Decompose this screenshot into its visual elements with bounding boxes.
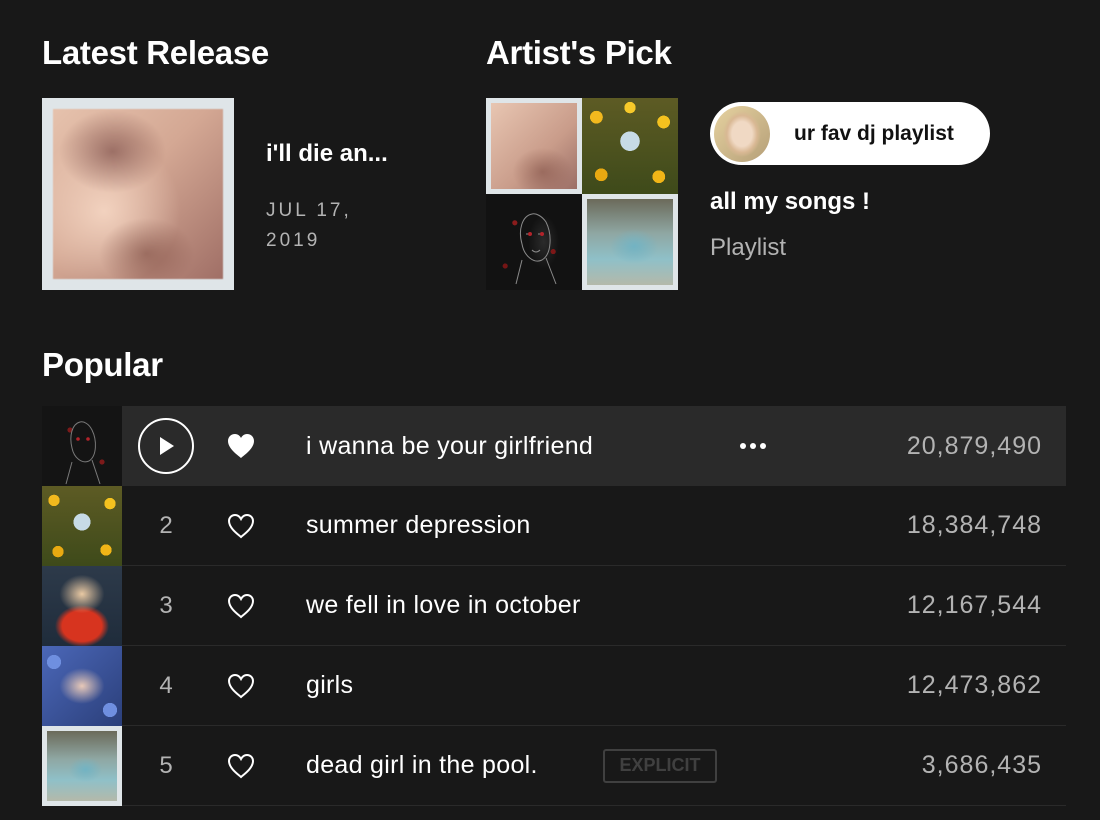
track-title[interactable]: girls bbox=[306, 671, 353, 700]
latest-release-title[interactable]: i'll die an... bbox=[266, 140, 388, 168]
track-number: 4 bbox=[159, 671, 173, 699]
artist-pick-type: Playlist bbox=[710, 234, 787, 261]
play-icon bbox=[160, 437, 174, 455]
latest-release-heading: Latest Release bbox=[42, 34, 269, 71]
track-number: 3 bbox=[159, 591, 173, 619]
track-plays: 12,167,544 bbox=[906, 591, 1042, 619]
mosaic-tile bbox=[486, 98, 582, 194]
track-row[interactable]: 4 girls 12,473,862 bbox=[42, 645, 1066, 726]
artist-pick-title[interactable]: all my songs ! bbox=[710, 188, 870, 216]
track-row[interactable]: 5 dead girl in the pool. EXPLICIT 3,686,… bbox=[42, 725, 1066, 806]
track-thumbnail bbox=[42, 406, 122, 486]
avatar bbox=[714, 105, 770, 162]
track-row[interactable]: i wanna be your girlfriend 20,879,490 bbox=[42, 406, 1066, 486]
track-thumbnail bbox=[42, 645, 122, 726]
track-thumbnail bbox=[42, 565, 122, 646]
artist-pick-cover[interactable] bbox=[486, 98, 678, 290]
popular-heading: Popular bbox=[42, 346, 163, 383]
track-row[interactable]: 2 summer depression 18,384,748 bbox=[42, 485, 1066, 566]
heart-outline-icon[interactable] bbox=[226, 512, 256, 540]
track-title[interactable]: summer depression bbox=[306, 511, 531, 540]
popular-track-list: i wanna be your girlfriend 20,879,490 2 … bbox=[42, 406, 1066, 806]
mosaic-tile bbox=[582, 194, 678, 290]
track-thumbnail bbox=[42, 485, 122, 566]
track-plays: 20,879,490 bbox=[906, 431, 1042, 460]
more-options-button[interactable] bbox=[740, 443, 776, 449]
more-options-icon bbox=[740, 443, 746, 449]
heart-outline-icon[interactable] bbox=[226, 672, 256, 700]
track-plays: 12,473,862 bbox=[906, 671, 1042, 699]
track-number: 5 bbox=[159, 751, 173, 779]
latest-release-cover[interactable] bbox=[42, 98, 234, 290]
play-button[interactable] bbox=[138, 418, 194, 474]
artist-pick-pill[interactable]: ur fav dj playlist bbox=[710, 102, 990, 165]
track-plays: 18,384,748 bbox=[906, 511, 1042, 539]
heart-outline-icon[interactable] bbox=[226, 752, 256, 780]
track-title[interactable]: i wanna be your girlfriend bbox=[306, 432, 593, 461]
mosaic-tile bbox=[582, 98, 678, 194]
latest-release-date: JUL 17, 2019 bbox=[266, 200, 352, 251]
track-row[interactable]: 3 we fell in love in october 12,167,544 bbox=[42, 565, 1066, 646]
heart-filled-icon[interactable] bbox=[226, 432, 256, 460]
track-title[interactable]: dead girl in the pool. bbox=[306, 751, 538, 780]
track-plays: 3,686,435 bbox=[921, 751, 1042, 779]
track-number: 2 bbox=[159, 511, 173, 539]
explicit-badge: EXPLICIT bbox=[603, 748, 717, 783]
artist-pick-heading: Artist's Pick bbox=[486, 34, 672, 71]
track-title[interactable]: we fell in love in october bbox=[306, 591, 581, 620]
pill-label: ur fav dj playlist bbox=[794, 121, 954, 145]
mosaic-tile bbox=[486, 194, 582, 290]
heart-outline-icon[interactable] bbox=[226, 592, 256, 620]
track-thumbnail bbox=[42, 725, 122, 806]
